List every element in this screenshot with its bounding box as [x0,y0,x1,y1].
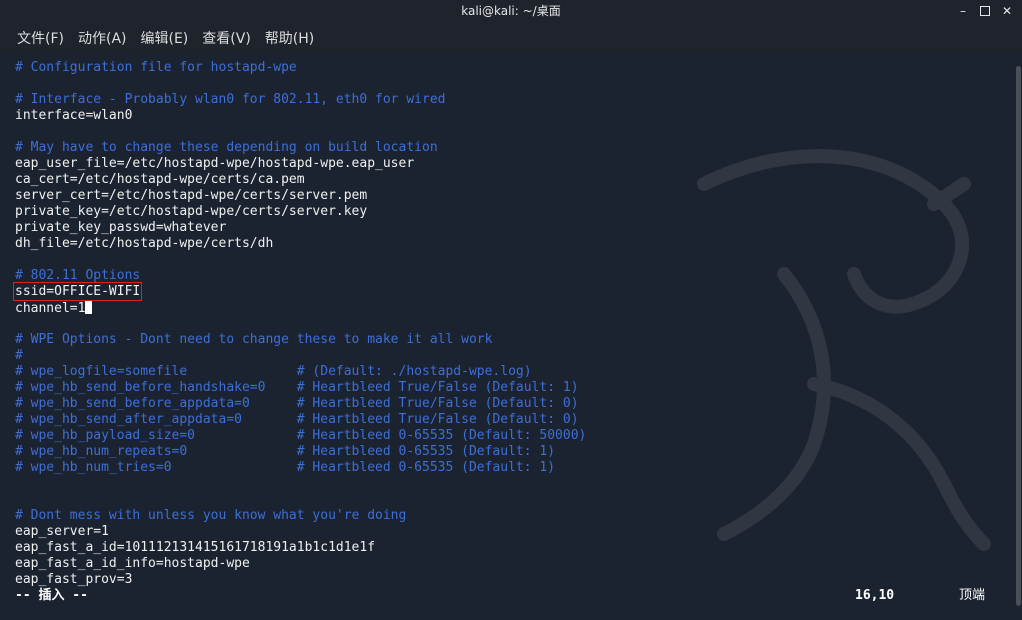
text-cursor [85,300,93,314]
editor-line[interactable] [15,76,586,92]
window-titlebar[interactable]: kali@kali: ~/桌面 – ✕ [0,0,1022,22]
editor-line[interactable]: # Configuration file for hostapd-wpe [15,60,586,76]
editor-line[interactable]: server_cert=/etc/hostapd-wpe/certs/serve… [15,188,586,204]
editor-line-text: dh_file=/etc/hostapd-wpe/certs/dh [15,236,274,251]
editor-line-text: private_key_passwd=whatever [15,220,227,235]
editor-line[interactable]: # wpe_hb_send_before_handshake=0 # Heart… [15,380,586,396]
editor-line-text: eap_server=1 [15,524,109,539]
editor-line[interactable] [15,316,586,332]
editor-line-text: # wpe_hb_send_before_appdata=0 # Heartbl… [15,396,579,411]
window-controls: – ✕ [956,0,1014,22]
editor-line[interactable]: ca_cert=/etc/hostapd-wpe/certs/ca.pem [15,172,586,188]
editor-line-text: # wpe_logfile=somefile # (Default: ./hos… [15,364,532,379]
editor-line[interactable]: # WPE Options - Dont need to change thes… [15,332,586,348]
editor-line[interactable] [15,124,586,140]
editor-line[interactable] [15,252,586,268]
editor-line-text: eap_fast_a_id_info=hostapd-wpe [15,556,250,571]
scrollbar[interactable] [1014,54,1022,620]
editor-line[interactable]: interface=wlan0 [15,108,586,124]
window-title: kali@kali: ~/桌面 [461,4,561,18]
editor-line-text: # wpe_hb_send_before_handshake=0 # Heart… [15,380,579,395]
vim-status-line: -- 插入 -- 16,10 顶端 [15,588,995,604]
editor-line-text: # wpe_hb_payload_size=0 # Heartbleed 0-6… [15,428,587,443]
editor-line[interactable] [15,492,586,508]
editor-line[interactable]: # May have to change these depending on … [15,140,586,156]
editor-line-text: eap_fast_a_id=101112131415161718191a1b1c… [15,540,376,555]
editor-line-text: # Interface - Probably wlan0 for 802.11,… [15,92,446,107]
editor-line[interactable]: dh_file=/etc/hostapd-wpe/certs/dh [15,236,586,252]
editor-line[interactable]: # wpe_hb_send_before_appdata=0 # Heartbl… [15,396,586,412]
editor-line-text: # wpe_hb_num_repeats=0 # Heartbleed 0-65… [15,444,556,459]
editor-line[interactable]: # [15,348,586,364]
close-icon[interactable]: ✕ [1000,4,1014,18]
editor-line-text: eap_user_file=/etc/hostapd-wpe/hostapd-w… [15,156,415,171]
editor-line[interactable] [15,476,586,492]
editor-line-text: private_key=/etc/hostapd-wpe/certs/serve… [15,204,368,219]
editor-line-text: # 802.11 Options [15,268,141,283]
editor-line[interactable]: eap_server=1 [15,524,586,540]
editor-line-text: # wpe_hb_num_tries=0 # Heartbleed 0-6553… [15,460,556,475]
editor-line-text: channel=1 [15,301,86,316]
menu-bar: 文件(F) 动作(A) 编辑(E) 查看(V) 帮助(H) [0,22,1022,54]
ssid-line-highlight: ssid=OFFICE-WIFI [12,282,143,301]
editor-line[interactable]: # wpe_hb_payload_size=0 # Heartbleed 0-6… [15,428,586,444]
menu-action[interactable]: 动作(A) [78,26,127,50]
editor-line-text: # [15,348,23,363]
mode-indicator: -- 插入 -- [15,588,88,603]
editor-line[interactable]: # Dont mess with unless you know what yo… [15,508,586,524]
editor-line-text: # Configuration file for hostapd-wpe [15,60,297,75]
editor-line-text: # May have to change these depending on … [15,140,438,155]
editor-line[interactable]: # wpe_hb_num_tries=0 # Heartbleed 0-6553… [15,460,586,476]
menu-file[interactable]: 文件(F) [17,26,64,50]
editor-line[interactable]: # wpe_hb_send_after_appdata=0 # Heartble… [15,412,586,428]
editor-line[interactable]: # 802.11 Options [15,268,586,284]
menu-edit[interactable]: 编辑(E) [141,26,189,50]
editor-line[interactable]: # wpe_hb_num_repeats=0 # Heartbleed 0-65… [15,444,586,460]
editor-line-text: ca_cert=/etc/hostapd-wpe/certs/ca.pem [15,172,305,187]
editor-line[interactable]: private_key_passwd=whatever [15,220,586,236]
editor-line[interactable]: private_key=/etc/hostapd-wpe/certs/serve… [15,204,586,220]
editor-line-text: # Dont mess with unless you know what yo… [15,508,407,523]
editor-line-text: # wpe_hb_send_after_appdata=0 # Heartble… [15,412,579,427]
editor-line[interactable]: ssid=OFFICE-WIFI [12,282,586,301]
cursor-position: 16,10 [855,588,895,603]
editor-line[interactable]: channel=1 [15,300,586,316]
menu-view[interactable]: 查看(V) [202,26,251,50]
menu-help[interactable]: 帮助(H) [265,26,314,50]
editor-line-text: eap_fast_prov=3 [15,572,133,587]
editor-line[interactable]: eap_fast_prov=3 [15,572,586,588]
kali-dragon-logo [697,149,991,551]
editor-buffer[interactable]: # Configuration file for hostapd-wpe # In… [12,60,586,588]
editor-line[interactable]: # Interface - Probably wlan0 for 802.11,… [15,92,586,108]
editor-line[interactable]: eap_fast_a_id_info=hostapd-wpe [15,556,586,572]
scrollbar-thumb[interactable] [1016,66,1021,606]
scroll-indicator: 顶端 [959,588,986,603]
editor-line[interactable]: eap_user_file=/etc/hostapd-wpe/hostapd-w… [15,156,586,172]
editor-line-text: # WPE Options - Dont need to change thes… [15,332,493,347]
minimize-icon[interactable]: – [956,4,970,18]
editor-line-text: server_cert=/etc/hostapd-wpe/certs/serve… [15,188,368,203]
editor-line[interactable]: eap_fast_a_id=101112131415161718191a1b1c… [15,540,586,556]
editor-line[interactable]: # wpe_logfile=somefile # (Default: ./hos… [15,364,586,380]
editor-line-text: interface=wlan0 [15,108,133,123]
terminal-area[interactable]: # Configuration file for hostapd-wpe # In… [0,54,1014,620]
maximize-icon[interactable] [978,4,992,18]
